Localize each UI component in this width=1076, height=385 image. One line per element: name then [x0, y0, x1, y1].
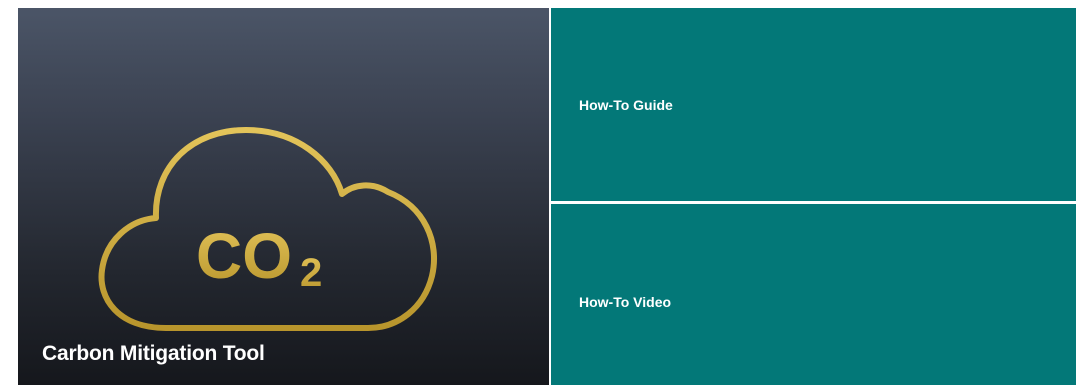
co2-cloud-icon: CO 2: [98, 127, 438, 331]
tile-label: How-To Video: [579, 294, 672, 310]
how-to-guide-tile[interactable]: How-To Guide: [551, 8, 1076, 201]
tile-title: Carbon Mitigation Tool: [42, 342, 265, 365]
how-to-video-tile[interactable]: How-To Video: [551, 204, 1076, 385]
tiles-page: CO 2 Carbon Mitigation Tool How-To Guide…: [0, 0, 1076, 385]
carbon-mitigation-tool-tile[interactable]: CO 2 Carbon Mitigation Tool: [18, 8, 549, 385]
co2-icon-subscript: 2: [300, 251, 322, 295]
co2-icon-text: CO: [196, 220, 292, 292]
tile-label: How-To Guide: [579, 97, 673, 113]
